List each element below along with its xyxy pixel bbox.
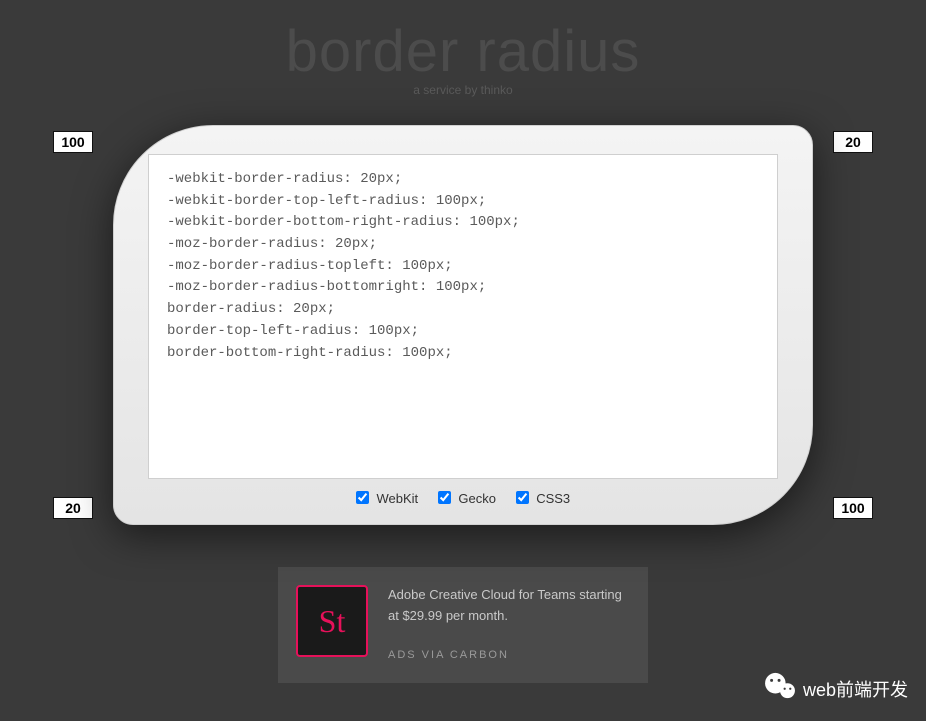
radius-input-bottom-right[interactable] — [833, 497, 873, 519]
checkbox-webkit[interactable] — [356, 491, 369, 504]
option-gecko-label: Gecko — [458, 491, 496, 506]
wechat-label: web前端开发 — [803, 676, 908, 702]
wechat-watermark: web前端开发 — [763, 672, 908, 705]
checkbox-css3[interactable] — [516, 491, 529, 504]
prefix-options: WebKit Gecko CSS3 — [148, 479, 778, 508]
css-output[interactable]: -webkit-border-radius: 20px; -webkit-bor… — [148, 154, 778, 479]
radius-input-bottom-left[interactable] — [53, 497, 93, 519]
preview-box: -webkit-border-radius: 20px; -webkit-bor… — [113, 125, 813, 525]
ad-text: Adobe Creative Cloud for Teams starting … — [388, 585, 630, 627]
checkbox-gecko[interactable] — [438, 491, 451, 504]
ad-body: Adobe Creative Cloud for Teams starting … — [388, 585, 630, 661]
radius-input-top-right[interactable] — [833, 131, 873, 153]
radius-input-top-left[interactable] — [53, 131, 93, 153]
preview-stage: -webkit-border-radius: 20px; -webkit-bor… — [113, 125, 813, 525]
option-css3-label: CSS3 — [536, 491, 570, 506]
page-header: border radius a service by thinko — [0, 0, 926, 97]
adobe-stock-icon: St — [296, 585, 368, 657]
wechat-icon — [763, 672, 803, 705]
page-title: border radius — [0, 18, 926, 85]
page-subtitle: a service by thinko — [0, 83, 926, 97]
option-webkit-label: WebKit — [376, 491, 418, 506]
carbon-ad[interactable]: St Adobe Creative Cloud for Teams starti… — [278, 567, 648, 683]
option-webkit[interactable]: WebKit — [356, 491, 422, 506]
ad-via: ADS VIA CARBON — [388, 649, 630, 661]
option-css3[interactable]: CSS3 — [516, 491, 571, 506]
option-gecko[interactable]: Gecko — [438, 491, 500, 506]
